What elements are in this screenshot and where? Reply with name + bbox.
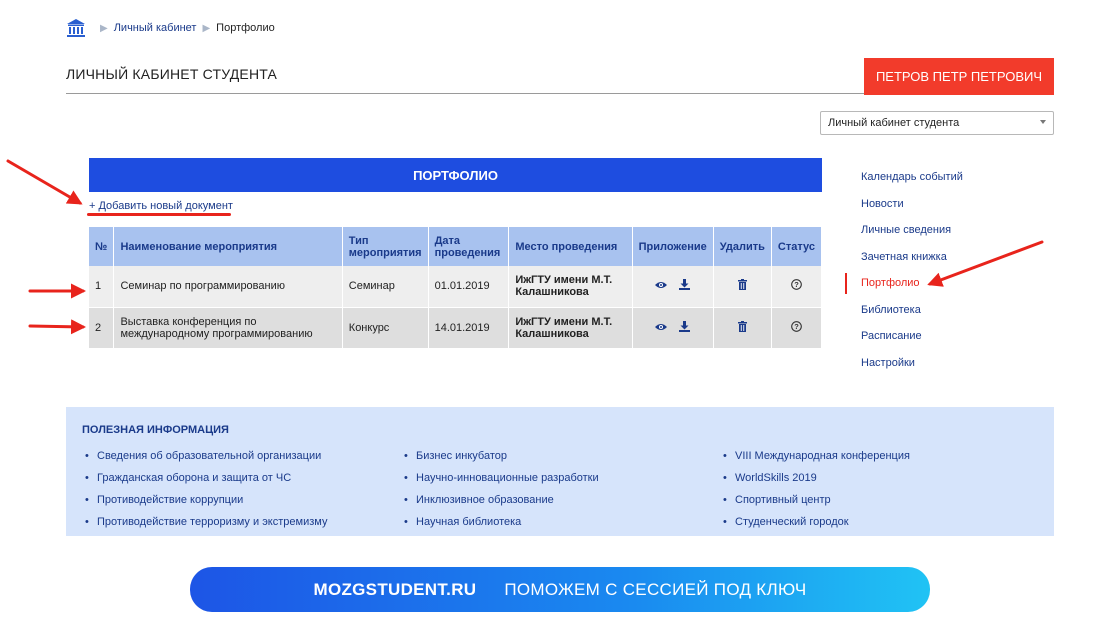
banner-text: ПОМОЖЕМ С СЕССИЕЙ ПОД КЛЮЧ: [504, 579, 807, 599]
cell-place: ИжГТУ имени М.Т. Калашникова: [508, 266, 633, 308]
user-name-button[interactable]: ПЕТРОВ ПЕТР ПЕТРОВИЧ: [864, 58, 1054, 95]
side-nav-item-news[interactable]: Новости: [845, 191, 995, 218]
cell-number: 1: [89, 266, 115, 308]
useful-info-title: ПОЛЕЗНАЯ ИНФОРМАЦИЯ: [82, 424, 229, 436]
info-link[interactable]: Бизнес инкубатор: [401, 449, 599, 471]
cell-date: 14.01.2019: [428, 307, 510, 349]
cell-attachment: [632, 307, 714, 349]
title-divider: [66, 93, 866, 94]
info-link[interactable]: Студенческий городок: [720, 515, 910, 537]
eye-icon[interactable]: [655, 280, 668, 292]
useful-info-column-2: Бизнес инкубатор Научно-инновационные ра…: [401, 449, 599, 537]
column-header-date: Дата проведения: [428, 227, 510, 266]
side-nav-item-gradebook[interactable]: Зачетная книжка: [845, 244, 995, 271]
info-link[interactable]: Гражданская оборона и защита от ЧС: [82, 471, 327, 493]
banner-brand: MOZGSTUDENT.RU: [313, 579, 477, 599]
trash-icon[interactable]: [737, 320, 747, 335]
cabinet-select-value: Личный кабинет студента: [828, 117, 960, 129]
breadcrumb-separator: ▶: [100, 22, 108, 34]
cell-number: 2: [89, 307, 115, 349]
info-link[interactable]: Противодействие коррупции: [82, 493, 327, 515]
table-header-row: № Наименование мероприятия Тип мероприят…: [89, 227, 823, 266]
column-header-number: №: [89, 227, 115, 266]
breadcrumb: ▶ Личный кабинет ▶ Портфолио: [66, 18, 275, 38]
home-icon[interactable]: [66, 18, 86, 38]
add-document-link[interactable]: + Добавить новый документ: [89, 200, 233, 212]
annotation-arrow: [6, 159, 83, 205]
portfolio-table: № Наименование мероприятия Тип мероприят…: [89, 227, 823, 349]
useful-info-column-1: Сведения об образовательной организации …: [82, 449, 327, 537]
svg-text:?: ?: [794, 280, 799, 289]
annotation-underline: [87, 213, 231, 216]
cabinet-select[interactable]: Личный кабинет студента: [820, 111, 1054, 135]
side-nav-item-library[interactable]: Библиотека: [845, 297, 995, 324]
promo-banner[interactable]: MOZGSTUDENT.RU ПОМОЖЕМ С СЕССИЕЙ ПОД КЛЮ…: [190, 567, 930, 612]
download-icon[interactable]: [679, 279, 691, 293]
svg-text:?: ?: [794, 322, 799, 331]
question-circle-icon[interactable]: ?: [791, 320, 802, 335]
cell-status: ?: [771, 266, 823, 308]
useful-info-panel: ПОЛЕЗНАЯ ИНФОРМАЦИЯ Сведения об образова…: [66, 407, 1054, 536]
cell-attachment: [632, 266, 714, 308]
cell-status: ?: [771, 307, 823, 349]
column-header-name: Наименование мероприятия: [113, 227, 343, 266]
chevron-down-icon: [1040, 120, 1046, 124]
trash-icon[interactable]: [737, 279, 747, 293]
column-header-delete: Удалить: [713, 227, 772, 266]
column-header-status: Статус: [771, 227, 823, 266]
page-title: ЛИЧНЫЙ КАБИНЕТ СТУДЕНТА: [66, 66, 278, 82]
cell-name: Выставка конференция по международному п…: [113, 307, 343, 349]
breadcrumb-item-portfolio: Портфолио: [216, 22, 275, 34]
cell-delete: [713, 266, 772, 308]
eye-icon[interactable]: [655, 322, 668, 334]
side-nav: Календарь событий Новости Личные сведени…: [845, 164, 995, 376]
column-header-place: Место проведения: [508, 227, 633, 266]
table-row: 1 Семинар по программированию Семинар 01…: [89, 266, 823, 308]
question-circle-icon[interactable]: ?: [791, 279, 802, 293]
side-nav-item-calendar[interactable]: Календарь событий: [845, 164, 995, 191]
column-header-type: Тип мероприятия: [342, 227, 429, 266]
cell-place: ИжГТУ имени М.Т. Калашникова: [508, 307, 633, 349]
info-link[interactable]: Научная библиотека: [401, 515, 599, 537]
useful-info-column-3: VIII Международная конференция WorldSkil…: [720, 449, 910, 537]
portfolio-header: ПОРТФОЛИО: [89, 158, 822, 192]
cell-name: Семинар по программированию: [113, 266, 343, 308]
info-link[interactable]: VIII Международная конференция: [720, 449, 910, 471]
side-nav-item-personal[interactable]: Личные сведения: [845, 217, 995, 244]
side-nav-item-portfolio[interactable]: Портфолио: [845, 270, 995, 297]
cell-type: Семинар: [342, 266, 429, 308]
side-nav-item-settings[interactable]: Настройки: [845, 350, 995, 377]
info-link[interactable]: Сведения об образовательной организации: [82, 449, 327, 471]
column-header-attachment: Приложение: [632, 227, 714, 266]
breadcrumb-item-cabinet[interactable]: Личный кабинет: [114, 22, 197, 34]
info-link[interactable]: Спортивный центр: [720, 493, 910, 515]
table-row: 2 Выставка конференция по международному…: [89, 307, 823, 349]
download-icon[interactable]: [679, 320, 691, 335]
cell-type: Конкурс: [342, 307, 429, 349]
annotation-arrow: [28, 319, 86, 335]
breadcrumb-separator: ▶: [202, 22, 211, 34]
cell-date: 01.01.2019: [428, 266, 510, 308]
cell-delete: [713, 307, 772, 349]
info-link[interactable]: Научно-инновационные разработки: [401, 471, 599, 493]
info-link[interactable]: Противодействие терроризму и экстремизму: [82, 515, 327, 537]
info-link[interactable]: Инклюзивное образование: [401, 493, 599, 515]
info-link[interactable]: WorldSkills 2019: [720, 471, 910, 493]
side-nav-item-schedule[interactable]: Расписание: [845, 323, 995, 350]
